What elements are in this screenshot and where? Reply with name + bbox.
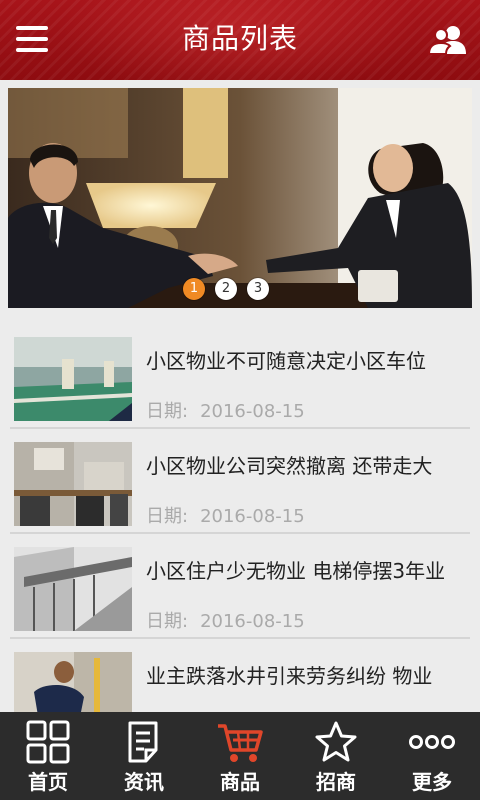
date-label: 日期: (146, 401, 189, 422)
more-icon (409, 735, 455, 749)
date-label: 日期: (146, 611, 189, 632)
item-title: 小区物业不可随意决定小区车位 (146, 349, 426, 373)
tab-label: 招商 (316, 770, 356, 794)
cart-icon (218, 724, 263, 762)
app-header: 商品列表 (0, 0, 480, 80)
tab-label: 更多 (412, 770, 452, 794)
tab-news[interactable]: 资讯 (96, 712, 192, 800)
list-item[interactable]: 小区住户少无物业 电梯停摆3年业 日期: 2016-08-15 (0, 535, 480, 639)
item-title: 小区住户少无物业 电梯停摆3年业 (146, 559, 446, 583)
users-icon[interactable] (427, 24, 468, 56)
item-date: 日期: 2016-08-15 (146, 607, 305, 633)
item-date: 日期: 2016-08-15 (146, 397, 305, 423)
page-title: 商品列表 (181, 22, 298, 55)
date-value: 2016-08-15 (200, 611, 305, 632)
list-item[interactable]: 小区物业公司突然撤离 还带走大 日期: 2016-08-15 (0, 430, 480, 534)
date-value: 2016-08-15 (200, 506, 305, 527)
tab-investment[interactable]: 招商 (288, 712, 384, 800)
tab-label: 资讯 (124, 770, 164, 794)
item-date: 日期: 2016-08-15 (146, 502, 305, 528)
tab-products[interactable]: 商品 (192, 712, 288, 800)
divider (10, 637, 470, 639)
divider (10, 427, 470, 429)
list-item[interactable]: 小区物业不可随意决定小区车位 日期: 2016-08-15 (0, 325, 480, 429)
item-title: 小区物业公司突然撤离 还带走大 (146, 454, 433, 478)
date-label: 日期: (146, 506, 189, 527)
tab-home[interactable]: 首页 (0, 712, 96, 800)
document-icon (128, 721, 158, 763)
item-thumbnail (14, 337, 132, 421)
star-icon (315, 721, 357, 762)
banner-carousel[interactable] (8, 88, 472, 308)
carousel-dot[interactable]: 2 (215, 278, 237, 300)
tab-label: 首页 (28, 770, 68, 794)
item-thumbnail (14, 547, 132, 631)
carousel-dot[interactable]: 1 (183, 278, 205, 300)
carousel-dot[interactable]: 3 (247, 278, 269, 300)
item-title: 业主跌落水井引来劳务纠纷 物业 (146, 664, 433, 688)
banner-image (8, 88, 472, 308)
carousel-dots: 1 2 3 (183, 278, 269, 300)
bottom-tab-bar: 首页 资讯 商品 招商 更多 (0, 712, 480, 800)
tab-label: 商品 (220, 770, 260, 794)
grid-icon (26, 720, 70, 764)
tab-more[interactable]: 更多 (384, 712, 480, 800)
date-value: 2016-08-15 (200, 401, 305, 422)
item-thumbnail (14, 442, 132, 526)
divider (10, 532, 470, 534)
